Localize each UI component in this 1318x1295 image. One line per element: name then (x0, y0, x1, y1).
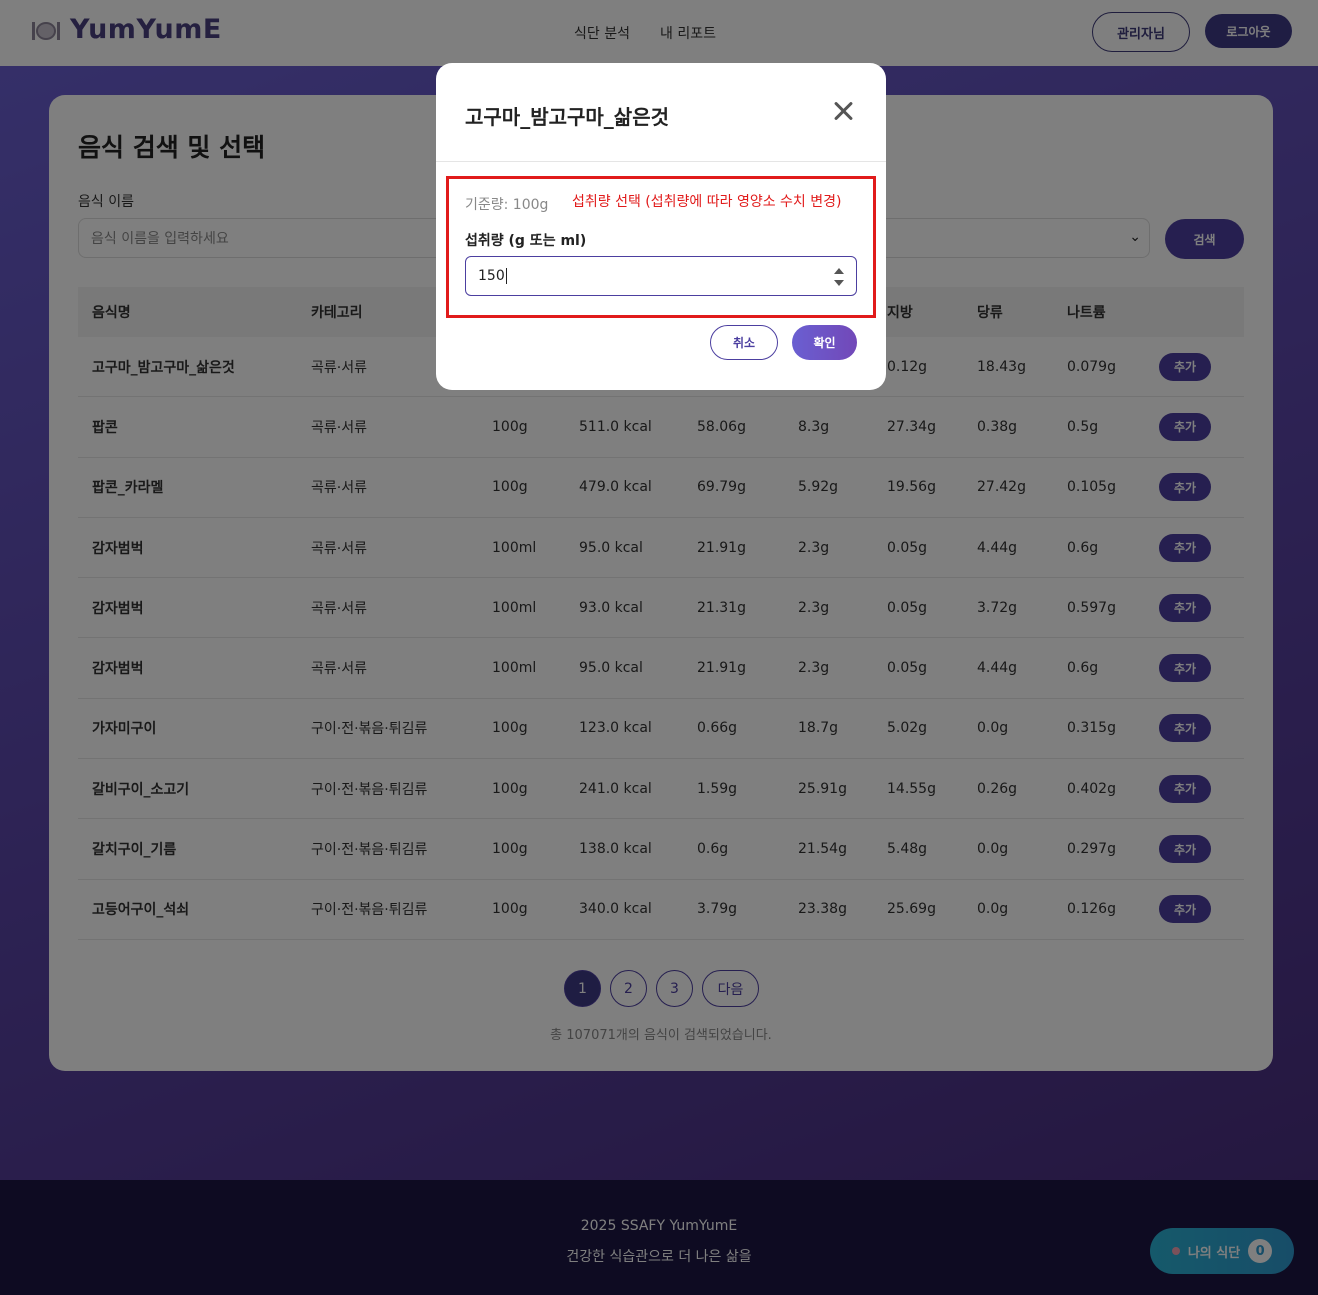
annotation-text: 섭취량 선택 (섭취량에 따라 영양소 수치 변경) (572, 194, 842, 210)
stepper-arrows-icon[interactable] (834, 268, 844, 286)
close-icon[interactable] (831, 99, 855, 123)
confirm-button[interactable]: 확인 (792, 325, 857, 360)
amount-modal: 고구마_밤고구마_삶은것 기준량: 100g 섭취량 선택 (섭취량에 따라 영… (436, 63, 886, 390)
base-amount-text: 기준량: 100g (465, 197, 549, 213)
modal-divider (436, 161, 886, 162)
amount-input[interactable]: 150 (465, 256, 857, 296)
cancel-button[interactable]: 취소 (710, 325, 778, 360)
modal-title: 고구마_밤고구마_삶은것 (465, 105, 669, 129)
amount-label: 섭취량 (g 또는 ml) (465, 233, 587, 249)
amount-value: 150 (478, 268, 505, 284)
